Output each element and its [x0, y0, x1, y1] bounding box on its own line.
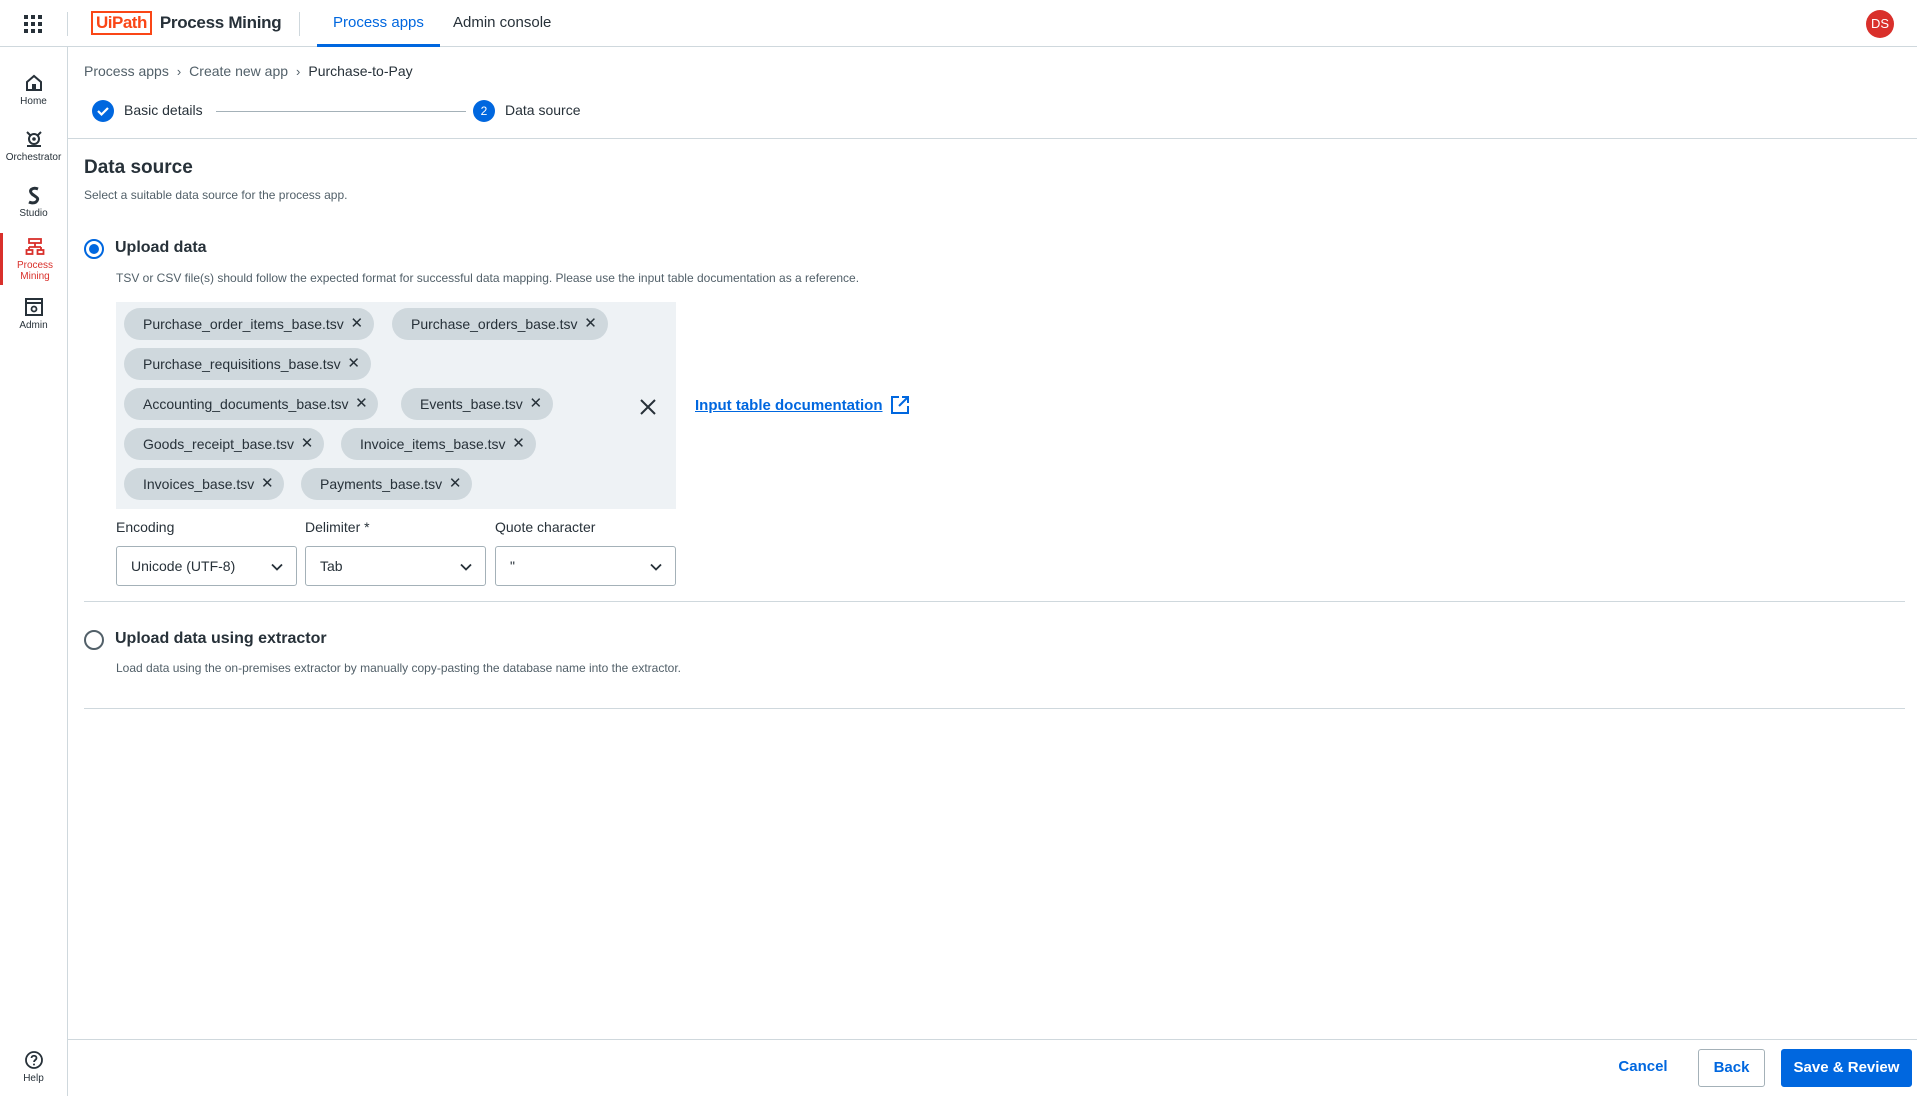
home-icon [25, 74, 42, 91]
encoding-label: Encoding [116, 519, 175, 535]
remove-file-icon[interactable]: ✕ [349, 308, 365, 340]
chevron-down-icon [271, 563, 283, 571]
file-chip: Accounting_documents_base.tsv ✕ [124, 388, 379, 420]
rail-item-home[interactable]: Home [0, 73, 67, 107]
file-chip: Payments_base.tsv ✕ [301, 468, 473, 500]
rail-item-label: Process Mining [16, 260, 54, 282]
file-chip: Purchase_orders_base.tsv ✕ [392, 308, 608, 340]
upload-data-title[interactable]: Upload data [115, 239, 207, 257]
rail-item-label: Admin [19, 320, 48, 331]
process-mining-icon [25, 238, 45, 255]
footer-divider [68, 1039, 1917, 1040]
help-icon [24, 1051, 43, 1069]
file-chip: Invoice_items_base.tsv ✕ [341, 428, 536, 460]
orchestrator-icon [25, 131, 42, 147]
product-name: Process Mining [159, 13, 282, 32]
file-chip: Events_base.tsv ✕ [401, 388, 553, 420]
tab-process-apps[interactable]: Process apps [317, 0, 440, 47]
remove-file-icon[interactable]: ✕ [528, 388, 544, 420]
rail-item-help[interactable]: Help [0, 1050, 67, 1084]
step-basic-details[interactable]: Basic details [124, 102, 203, 118]
breadcrumb-current: Purchase-to-Pay [308, 63, 413, 79]
step-data-source: Data source [505, 102, 581, 118]
breadcrumb-separator: › [296, 63, 301, 79]
external-link-icon[interactable] [890, 395, 910, 415]
file-chip-label: Goods_receipt_base.tsv [143, 436, 294, 452]
remove-file-icon[interactable]: ✕ [447, 468, 463, 500]
remove-file-icon[interactable]: ✕ [299, 428, 315, 460]
admin-icon [24, 298, 43, 316]
input-table-documentation-link[interactable]: Input table documentation [695, 397, 883, 414]
remove-file-icon[interactable]: ✕ [511, 428, 527, 460]
check-icon [92, 100, 114, 122]
tab-admin-console[interactable]: Admin console [437, 0, 567, 47]
chevron-down-icon [460, 563, 472, 571]
app-launcher-icon[interactable] [22, 13, 44, 35]
step-connector [216, 111, 466, 112]
file-chip-label: Purchase_orders_base.tsv [411, 316, 578, 332]
page-subtitle: Select a suitable data source for the pr… [84, 188, 348, 202]
delimiter-value: Tab [320, 558, 343, 574]
upload-extractor-description: Load data using the on-premises extracto… [116, 661, 681, 675]
top-bar: UiPath Process Mining Process apps Admin… [0, 0, 1917, 47]
rail-item-process-mining[interactable]: Process Mining [0, 233, 67, 285]
save-review-button[interactable]: Save & Review [1781, 1049, 1912, 1087]
delimiter-label: Delimiter * [305, 519, 370, 535]
file-chip: Purchase_requisitions_base.tsv ✕ [124, 348, 371, 380]
rail-item-admin[interactable]: Admin [0, 297, 67, 331]
rail-item-studio[interactable]: Studio [0, 185, 67, 219]
step-number: 2 [473, 100, 495, 122]
quote-character-select[interactable]: " [495, 546, 676, 586]
breadcrumb: Process apps › Create new app › Purchase… [84, 63, 413, 79]
file-chip-label: Accounting_documents_base.tsv [143, 396, 349, 412]
remove-file-icon[interactable]: ✕ [353, 388, 369, 420]
uipath-logo: UiPath [91, 11, 152, 35]
upload-data-radio[interactable] [84, 239, 104, 259]
rail-item-label: Studio [19, 208, 48, 219]
encoding-select[interactable]: Unicode (UTF-8) [116, 546, 297, 586]
quote-character-label: Quote character [495, 519, 596, 535]
clear-all-files-icon[interactable] [636, 395, 660, 419]
file-chip-label: Purchase_order_items_base.tsv [143, 316, 344, 332]
rail-item-label: Home [20, 96, 47, 107]
breadcrumb-separator: › [176, 63, 182, 79]
top-divider [299, 12, 300, 36]
section-divider [84, 708, 1905, 709]
file-chip: Invoices_base.tsv ✕ [124, 468, 285, 500]
cancel-button[interactable]: Cancel [1606, 1049, 1680, 1087]
avatar[interactable]: DS [1866, 10, 1894, 38]
studio-icon [27, 186, 39, 205]
file-chip-label: Invoices_base.tsv [143, 476, 255, 492]
breadcrumb-create-new-app[interactable]: Create new app [189, 63, 288, 79]
chevron-down-icon [650, 563, 662, 571]
left-rail: Home Orchestrator Studio Process Mining … [0, 47, 68, 1096]
rail-item-orchestrator[interactable]: Orchestrator [0, 129, 67, 163]
delimiter-select[interactable]: Tab [305, 546, 486, 586]
remove-file-icon[interactable]: ✕ [346, 348, 362, 380]
upload-extractor-title[interactable]: Upload data using extractor [115, 630, 327, 648]
rail-item-label: Orchestrator [5, 152, 62, 163]
file-chip-label: Events_base.tsv [420, 396, 523, 412]
file-chip: Purchase_order_items_base.tsv ✕ [124, 308, 374, 340]
file-chip: Goods_receipt_base.tsv ✕ [124, 428, 324, 460]
top-divider [67, 12, 68, 36]
encoding-value: Unicode (UTF-8) [131, 558, 236, 574]
file-chip-label: Payments_base.tsv [320, 476, 443, 492]
page-title: Data source [84, 157, 193, 178]
product-logo[interactable]: UiPath Process Mining [91, 10, 282, 36]
stepper: Basic details 2 Data source [84, 97, 604, 125]
file-chip-label: Invoice_items_base.tsv [360, 436, 506, 452]
back-button[interactable]: Back [1698, 1049, 1765, 1087]
file-chip-label: Purchase_requisitions_base.tsv [143, 356, 341, 372]
upload-extractor-radio[interactable] [84, 630, 104, 650]
header-divider [68, 138, 1917, 139]
remove-file-icon[interactable]: ✕ [583, 308, 599, 340]
rail-item-label: Help [23, 1073, 44, 1084]
section-divider [84, 601, 1905, 602]
breadcrumb-process-apps[interactable]: Process apps [84, 63, 169, 79]
file-upload-area[interactable]: Purchase_order_items_base.tsv ✕ Purchase… [116, 302, 676, 509]
quote-character-value: " [510, 558, 515, 574]
remove-file-icon[interactable]: ✕ [259, 468, 275, 500]
upload-data-description: TSV or CSV file(s) should follow the exp… [116, 271, 860, 285]
